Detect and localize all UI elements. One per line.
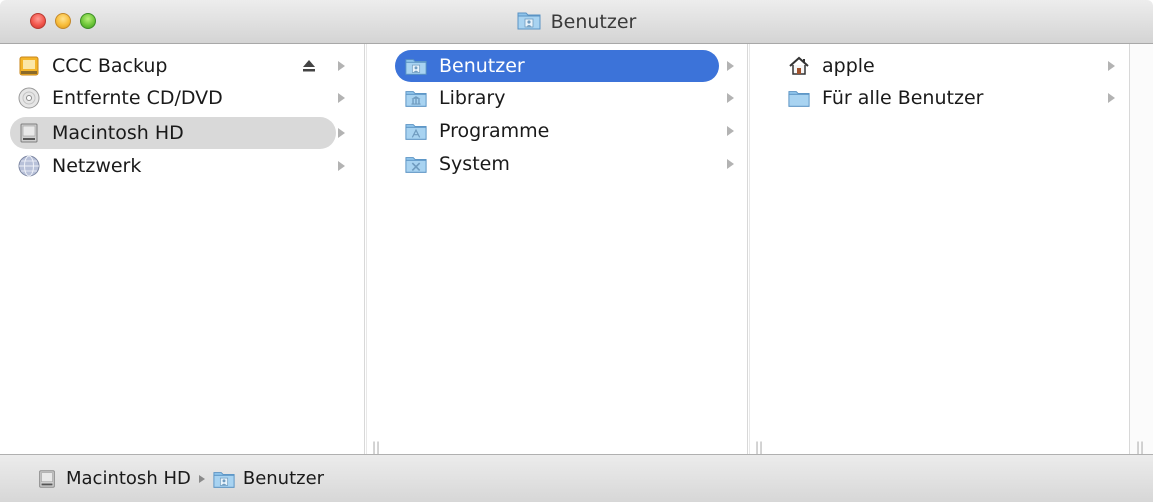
list-item-label: CCC Backup	[52, 55, 168, 77]
list-item-benutzer[interactable]: Benutzer	[395, 50, 719, 82]
window-title-text: Benutzer	[550, 11, 637, 33]
users-folder-icon	[405, 55, 427, 77]
column-devices[interactable]: CCC Backup Entfernte CD/DVD Macintosh HD…	[0, 44, 365, 454]
network-globe-icon	[18, 155, 40, 177]
path-segment-label: Benutzer	[242, 468, 325, 489]
path-segment-macintosh-hd[interactable]: Macintosh HD	[36, 468, 191, 490]
list-item-label: apple	[822, 55, 875, 77]
system-folder-icon	[405, 153, 427, 175]
users-folder-icon	[213, 468, 235, 490]
list-item-cd[interactable]: Entfernte CD/DVD	[18, 82, 358, 114]
list-item-label: Benutzer	[439, 55, 525, 77]
column-macintosh-hd[interactable]: Benutzer Library Programme System	[366, 44, 748, 454]
disclosure-arrow-icon	[727, 61, 734, 71]
list-item-fur-alle-benutzer[interactable]: Für alle Benutzer	[788, 82, 1108, 114]
library-folder-icon	[405, 87, 427, 109]
disclosure-arrow-icon	[1108, 93, 1115, 103]
path-bar: Macintosh HD Benutzer	[0, 454, 1153, 502]
hard-drive-icon	[18, 122, 40, 144]
list-item-label: System	[439, 153, 510, 175]
list-item-label: Entfernte CD/DVD	[52, 87, 223, 109]
list-item-label: Macintosh HD	[52, 122, 184, 144]
list-item-label: Library	[439, 87, 506, 109]
column-benutzer[interactable]: apple Für alle Benutzer	[749, 44, 1130, 454]
path-separator-icon	[198, 474, 205, 483]
column-resize-handle[interactable]: ||	[1136, 440, 1144, 454]
list-item-netzwerk[interactable]: Netzwerk	[18, 150, 358, 182]
disclosure-arrow-icon	[338, 128, 345, 138]
list-item-system[interactable]: System	[405, 148, 725, 180]
path-segment-benutzer[interactable]: Benutzer	[213, 468, 324, 490]
cd-icon	[18, 87, 40, 109]
list-item-label: Programme	[439, 120, 550, 142]
list-item-macintosh-hd[interactable]: Macintosh HD	[10, 117, 336, 149]
list-item-apple[interactable]: apple	[788, 50, 1108, 82]
external-drive-icon	[18, 55, 40, 77]
next-column-edge	[1130, 44, 1153, 454]
applications-folder-icon	[405, 120, 427, 142]
window-title: Benutzer	[0, 10, 1153, 34]
eject-icon[interactable]	[302, 59, 316, 73]
list-item-programme[interactable]: Programme	[405, 115, 725, 147]
disclosure-arrow-icon	[1108, 61, 1115, 71]
folder-icon	[788, 87, 810, 109]
disclosure-arrow-icon	[338, 161, 345, 171]
disclosure-arrow-icon	[727, 159, 734, 169]
disclosure-arrow-icon	[338, 61, 345, 71]
finder-window: Benutzer CCC Backup Entfernte CD/DVD Mac…	[0, 0, 1153, 502]
title-bar: Benutzer	[0, 0, 1153, 44]
list-item-library[interactable]: Library	[405, 82, 725, 114]
users-folder-icon	[517, 10, 541, 34]
list-item-label: Für alle Benutzer	[822, 87, 984, 109]
home-icon	[788, 55, 810, 77]
list-item-label: Netzwerk	[52, 155, 142, 177]
path-segment-label: Macintosh HD	[66, 468, 191, 489]
disclosure-arrow-icon	[727, 126, 734, 136]
hard-drive-icon	[36, 468, 58, 490]
disclosure-arrow-icon	[727, 93, 734, 103]
disclosure-arrow-icon	[338, 93, 345, 103]
